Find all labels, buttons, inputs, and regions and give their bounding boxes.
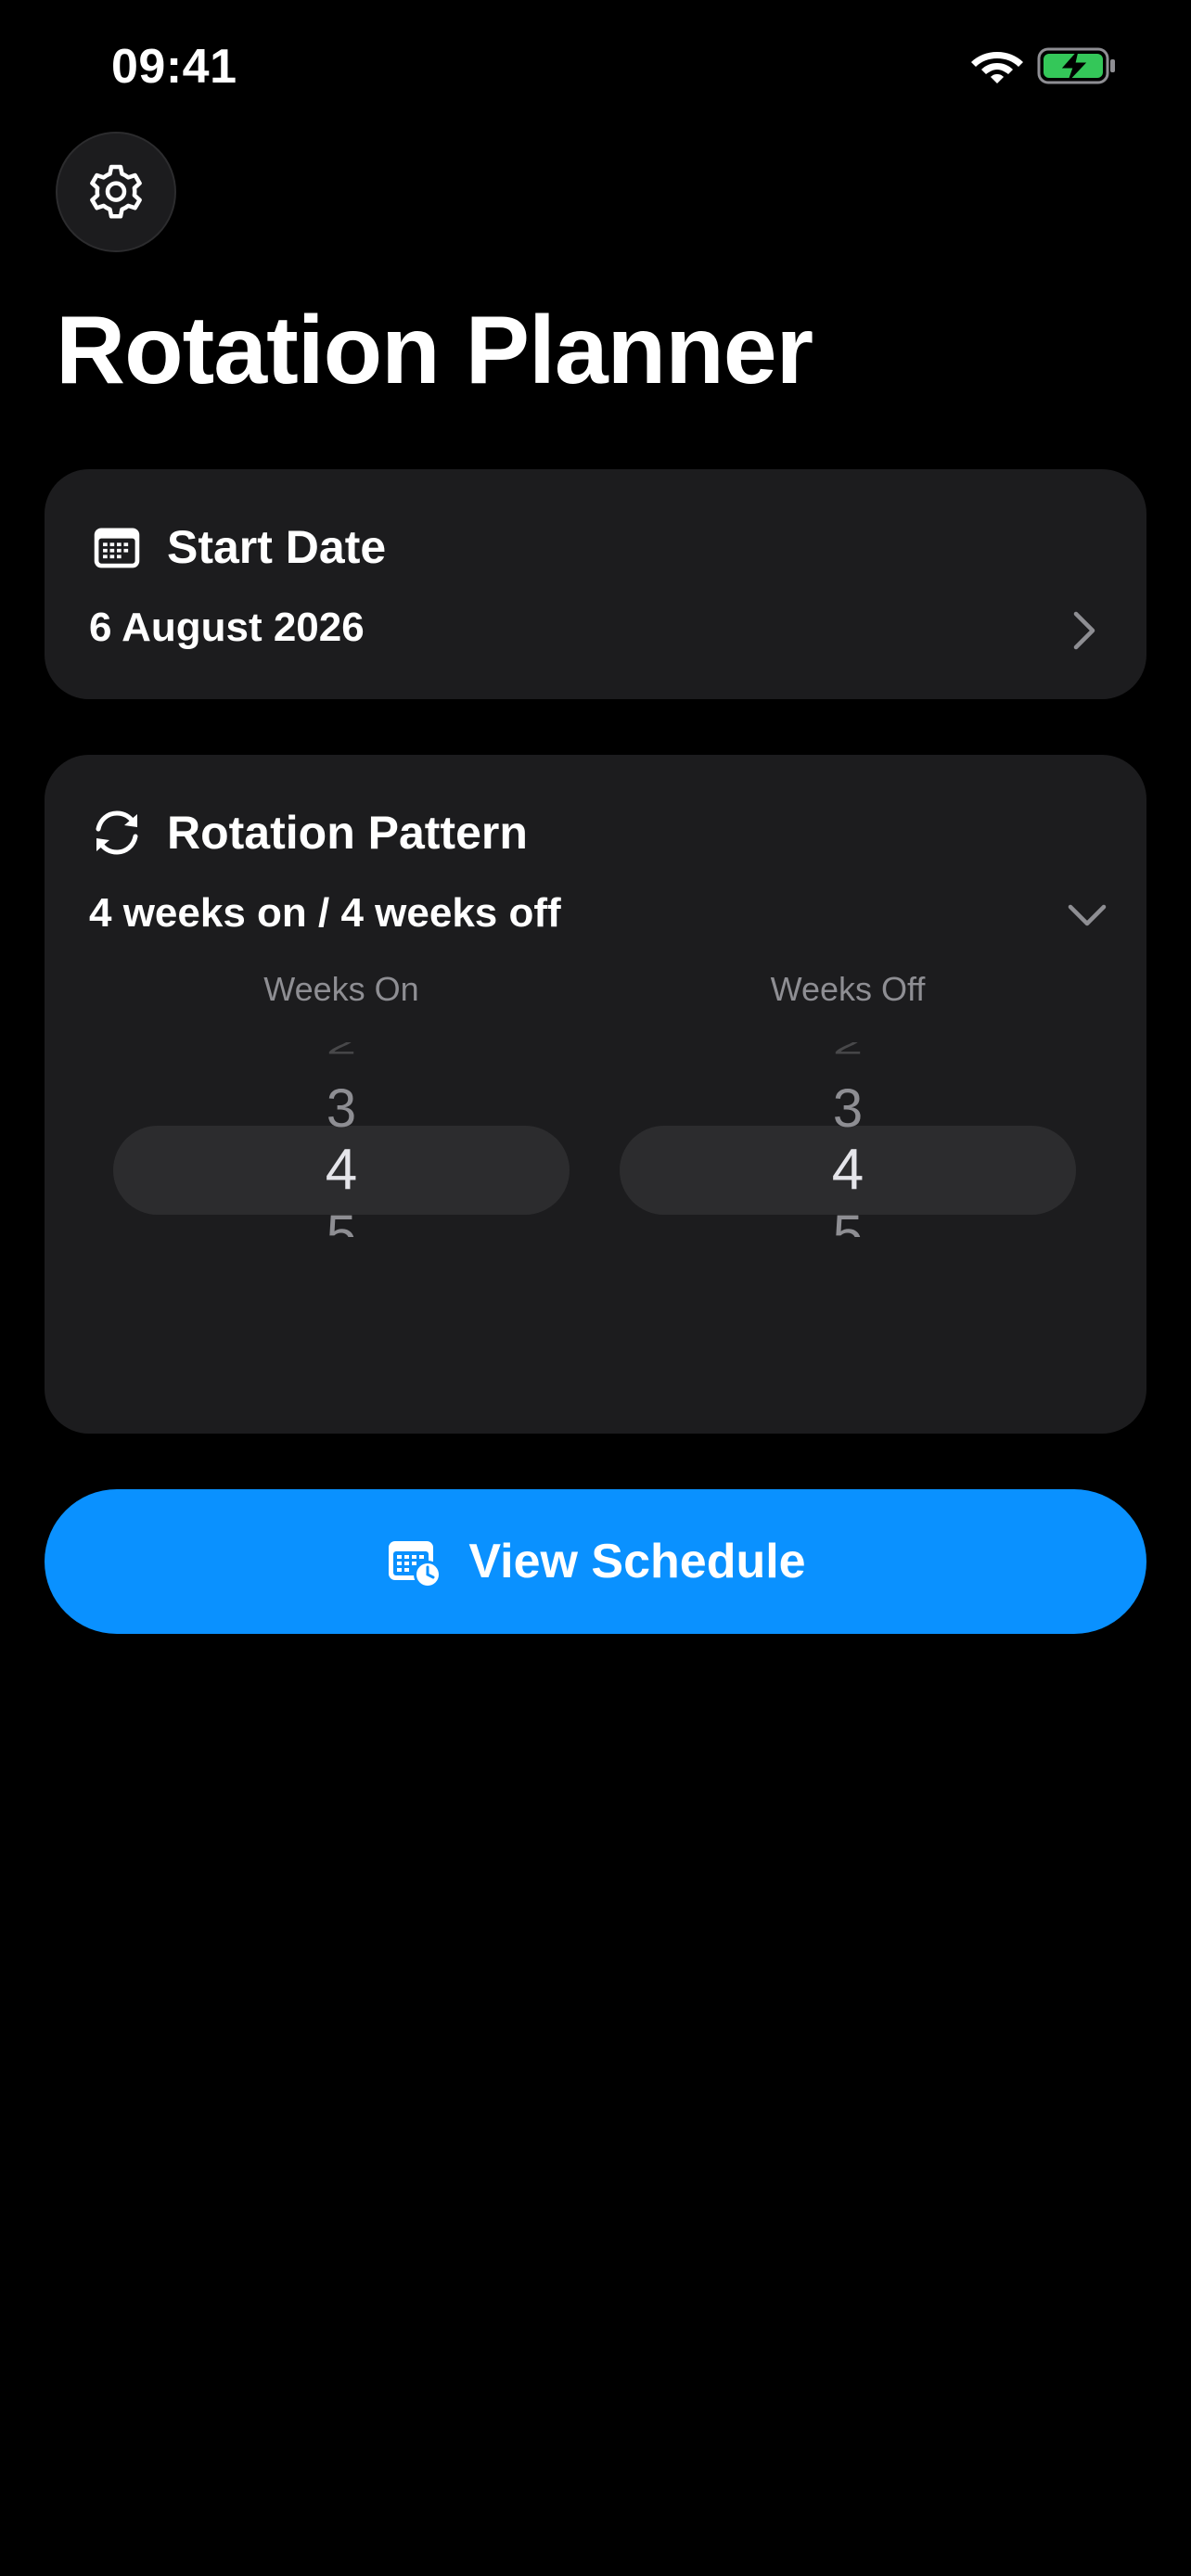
weeks-on-label: Weeks On: [263, 970, 419, 1008]
picker-option[interactable]: 3: [113, 1081, 570, 1137]
chevron-down-icon[interactable]: [1065, 892, 1109, 937]
chevron-right-icon: [1073, 611, 1095, 650]
rotation-pattern-value[interactable]: 4 weeks on / 4 weeks off: [89, 890, 561, 937]
picker-option-selected[interactable]: 4: [113, 1141, 570, 1199]
status-bar: 09:41: [0, 0, 1191, 130]
calendar-icon: [89, 519, 145, 575]
view-schedule-label: View Schedule: [468, 1535, 806, 1588]
settings-button[interactable]: [56, 132, 176, 252]
weeks-off-picker[interactable]: 2 3 4 5 6: [620, 1042, 1076, 1237]
view-schedule-button[interactable]: View Schedule: [45, 1489, 1146, 1634]
start-date-header: Start Date: [89, 519, 386, 575]
picker-option[interactable]: 2: [620, 1042, 1076, 1060]
rotation-pattern-card: Rotation Pattern 4 weeks on / 4 weeks of…: [45, 755, 1146, 1434]
gear-icon: [90, 164, 142, 219]
weeks-on-picker[interactable]: 2 3 4 5 6: [113, 1042, 570, 1237]
rotation-pattern-label: Rotation Pattern: [167, 807, 528, 859]
picker-option[interactable]: 5: [620, 1207, 1076, 1238]
page-title: Rotation Planner: [56, 297, 813, 404]
start-date-label: Start Date: [167, 521, 387, 573]
picker-option[interactable]: 2: [113, 1042, 570, 1060]
refresh-icon: [89, 805, 145, 861]
status-time: 09:41: [111, 40, 237, 94]
rotation-pattern-header[interactable]: Rotation Pattern: [89, 805, 528, 861]
battery-charging-icon: [1037, 47, 1115, 84]
picker-option-selected[interactable]: 4: [620, 1141, 1076, 1199]
calendar-clock-icon: [389, 1541, 442, 1588]
wifi-icon: [971, 52, 1023, 83]
weeks-off-label: Weeks Off: [770, 970, 926, 1008]
start-date-value[interactable]: 6 August 2026: [89, 605, 365, 651]
start-date-card[interactable]: Start Date 6 August 2026: [45, 469, 1146, 699]
picker-option[interactable]: 5: [113, 1207, 570, 1238]
picker-option[interactable]: 3: [620, 1081, 1076, 1137]
